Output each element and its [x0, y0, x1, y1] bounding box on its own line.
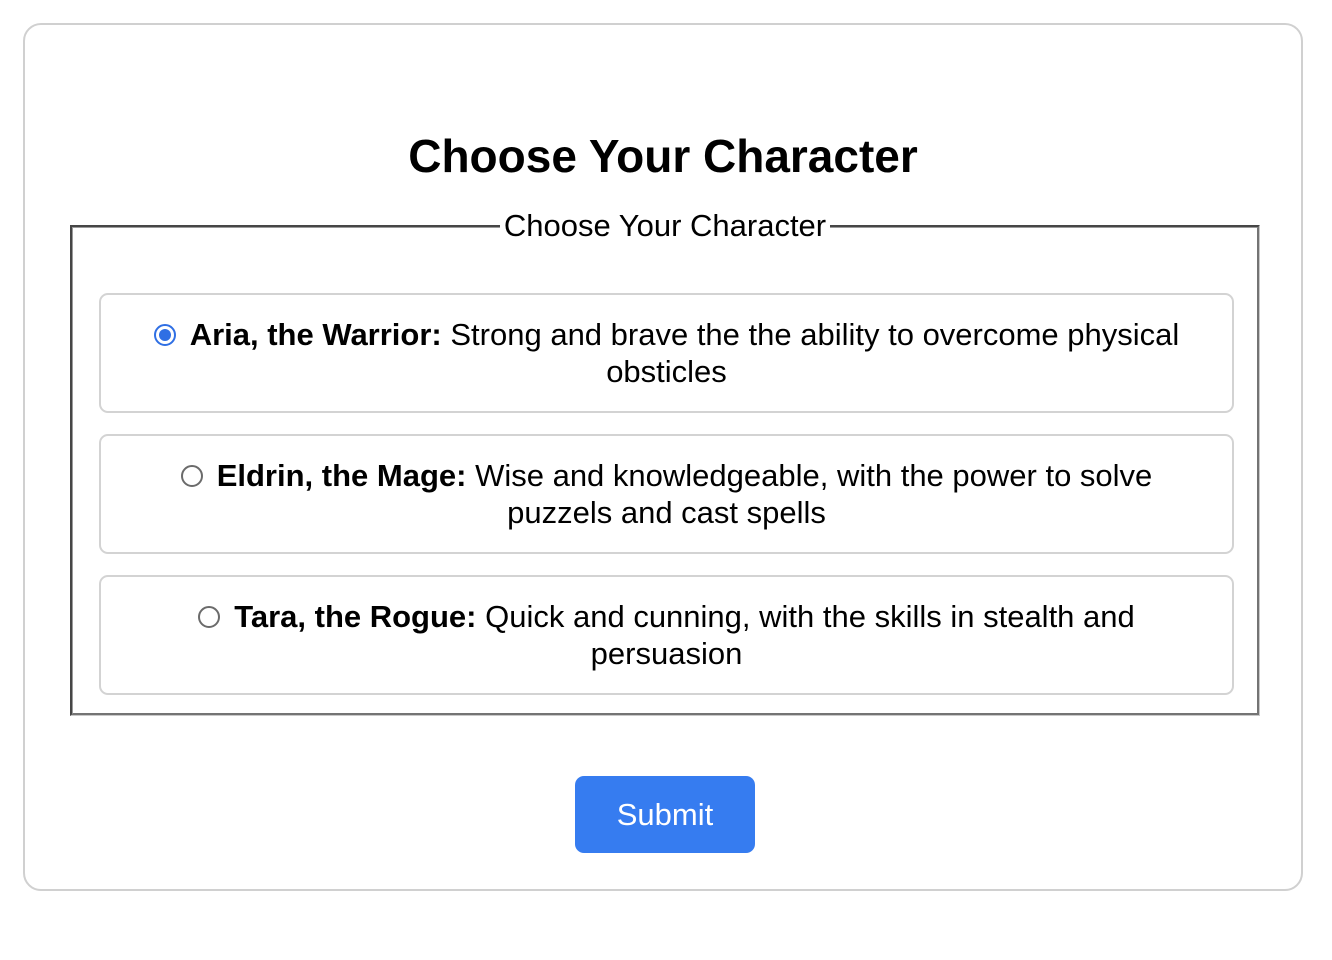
radio-eldrin-mage[interactable] — [180, 465, 203, 487]
option-text: Eldrin, the Mage: Wise and knowledgeable… — [131, 457, 1202, 531]
fieldset-legend: Choose Your Character — [503, 208, 827, 243]
radio-aria-warrior[interactable] — [153, 324, 176, 346]
option-name: Eldrin, the Mage: — [216, 458, 467, 493]
option-aria-warrior[interactable]: Aria, the Warrior: Strong and brave the … — [99, 293, 1234, 413]
option-name: Aria, the Warrior: — [189, 317, 442, 352]
radio-tara-rogue[interactable] — [198, 606, 221, 628]
option-text: Tara, the Rogue: Quick and cunning, with… — [131, 598, 1202, 672]
option-description: Wise and knowledgeable, with the power t… — [475, 458, 1153, 530]
submit-button[interactable]: Submit — [575, 776, 755, 853]
option-description: Quick and cunning, with the skills in st… — [485, 599, 1135, 671]
character-card: Choose Your Character Choose Your Charac… — [23, 23, 1303, 891]
option-description: Strong and brave the the ability to over… — [450, 317, 1180, 389]
option-name: Tara, the Rogue: — [234, 599, 477, 634]
option-text: Aria, the Warrior: Strong and brave the … — [131, 316, 1202, 390]
character-fieldset: Choose Your Character Aria, the Warrior:… — [70, 208, 1260, 716]
option-eldrin-mage[interactable]: Eldrin, the Mage: Wise and knowledgeable… — [99, 434, 1234, 554]
page-title: Choose Your Character — [408, 130, 918, 182]
option-tara-rogue[interactable]: Tara, the Rogue: Quick and cunning, with… — [99, 575, 1234, 695]
